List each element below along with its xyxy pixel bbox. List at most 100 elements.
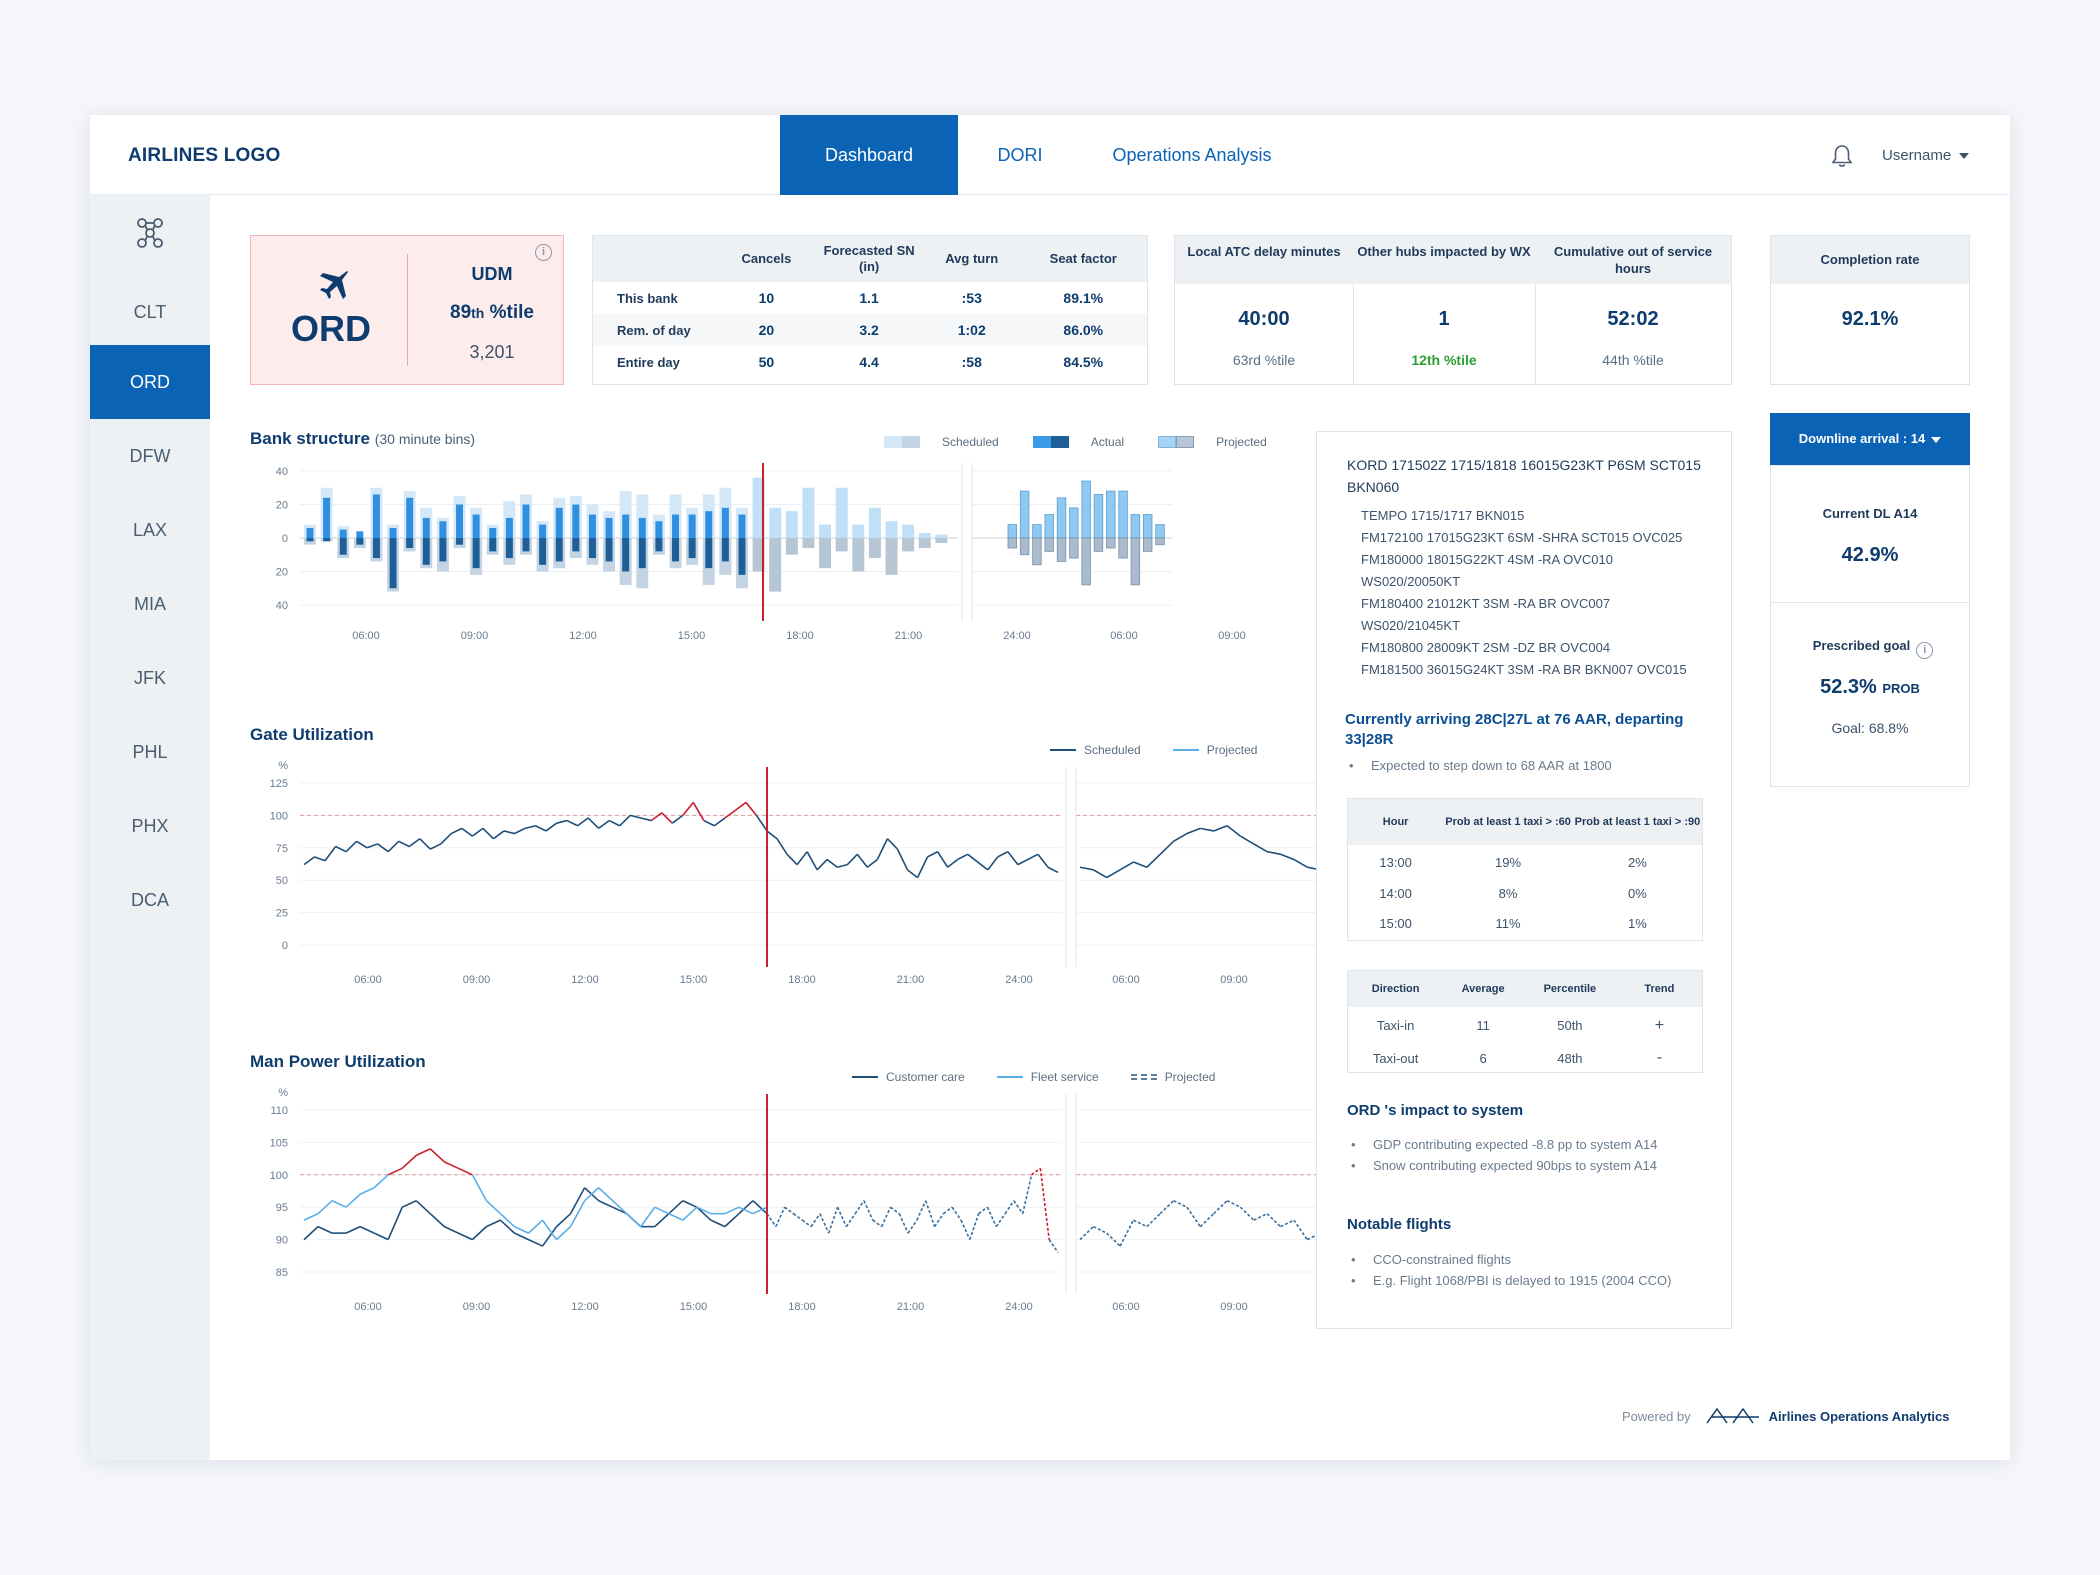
table-row: Rem. of day 20 3.2 1:02 86.0% bbox=[593, 314, 1147, 346]
series-customer-care-line bbox=[514, 1232, 529, 1241]
series-projected-line bbox=[876, 838, 889, 860]
series-scheduled-line bbox=[619, 814, 631, 827]
downline-arrival-dropdown[interactable]: Downline arrival : 14 bbox=[1770, 413, 1970, 465]
tab-dashboard[interactable]: Dashboard bbox=[780, 115, 958, 195]
bar-arrival-projected bbox=[1069, 537, 1079, 559]
table-cell: 10 bbox=[758, 290, 775, 306]
bar-arrival-actual bbox=[306, 538, 314, 542]
series-projected-line bbox=[801, 1219, 812, 1228]
network-icon[interactable] bbox=[132, 215, 168, 251]
airport-summary-card: ORD UDM 89th %tile 3,201 i bbox=[250, 235, 564, 385]
series-fleet-service-line bbox=[331, 1199, 347, 1208]
x-tick-label: 09:00 bbox=[463, 974, 491, 986]
username-label: Username bbox=[1882, 147, 1952, 164]
series-projected-line bbox=[766, 1213, 777, 1228]
column-header-prob-90: Prob at least 1 taxi > :90 bbox=[1572, 798, 1703, 845]
series-fleet-service-line bbox=[359, 1187, 375, 1195]
x-tick-label: 09:00 bbox=[463, 1301, 491, 1313]
x-tick-label: 18:00 bbox=[788, 974, 816, 986]
bar-arrival-actual bbox=[522, 538, 530, 552]
table-cell: 3.2 bbox=[814, 314, 924, 346]
y-tick-label: 75 bbox=[276, 843, 288, 855]
series-next-day-line bbox=[1239, 1206, 1255, 1221]
bar-arrival-scheduled bbox=[835, 538, 848, 552]
series-next-day-line bbox=[1226, 825, 1241, 837]
chevron-down-icon bbox=[1931, 436, 1942, 443]
legend-swatch bbox=[1172, 749, 1199, 751]
y-tick-label: 105 bbox=[270, 1137, 288, 1149]
footer: Powered by Airlines Operations Analytics bbox=[1622, 1405, 1950, 1427]
sidebar-item-mia[interactable]: MIA bbox=[90, 567, 210, 641]
bar-arrival-scheduled bbox=[852, 538, 865, 572]
bar-arrival-scheduled bbox=[885, 538, 898, 575]
series-customer-care-line bbox=[387, 1206, 403, 1240]
series-next-day-line bbox=[1186, 827, 1201, 835]
series-scheduled-line bbox=[608, 819, 621, 827]
table-row: 13:00 19% 2% bbox=[1348, 845, 1703, 881]
bar-departure-actual bbox=[306, 527, 314, 538]
series-next-day-line bbox=[1213, 825, 1228, 832]
tab-operations-analysis[interactable]: Operations Analysis bbox=[1082, 115, 1302, 195]
series-customer-care-line bbox=[499, 1219, 515, 1234]
x-tick-label: 24:00 bbox=[1005, 974, 1033, 986]
bank-stats-table-card: Cancels Forecasted SN (in) Avg turn Seat… bbox=[592, 235, 1148, 385]
series-fleet-service-line bbox=[415, 1148, 431, 1157]
bar-arrival-scheduled bbox=[868, 538, 881, 559]
bar-departure-actual bbox=[688, 514, 696, 538]
sidebar-item-dca[interactable]: DCA bbox=[90, 863, 210, 937]
bar-arrival-projected bbox=[1044, 537, 1054, 552]
tab-dori[interactable]: DORI bbox=[958, 115, 1082, 195]
bar-departure-actual bbox=[721, 507, 729, 538]
analytics-brand[interactable]: Airlines Operations Analytics bbox=[1769, 1409, 1950, 1424]
airline-logo[interactable]: AIRLINES LOGO bbox=[128, 145, 281, 167]
series-projected-line bbox=[846, 853, 858, 866]
table-cell: 11 bbox=[1476, 1018, 1490, 1033]
y-tick-label: 0 bbox=[282, 533, 288, 545]
bar-arrival-actual bbox=[572, 538, 580, 552]
udm-value: 3,201 bbox=[469, 342, 515, 362]
series-projected-line bbox=[819, 1213, 830, 1234]
column-header-trend: Trend bbox=[1616, 970, 1703, 1007]
bar-departure-projected bbox=[1056, 497, 1067, 539]
bar-departure-actual bbox=[489, 527, 497, 538]
series-scheduled-line bbox=[345, 840, 358, 853]
sidebar-item-phl[interactable]: PHL bbox=[90, 715, 210, 789]
series-next-day-line bbox=[1266, 1213, 1282, 1228]
series-scheduled-line bbox=[734, 801, 747, 811]
user-menu[interactable]: Username bbox=[1882, 147, 1970, 164]
series-projected-line bbox=[776, 838, 788, 855]
series-fleet-service-line bbox=[654, 1206, 670, 1215]
series-fleet-service-line bbox=[668, 1212, 684, 1221]
series-projected-line bbox=[806, 851, 818, 871]
series-projected-line bbox=[1037, 853, 1049, 868]
sidebar-item-clt[interactable]: CLT bbox=[90, 275, 210, 349]
series-next-day-line bbox=[1093, 1225, 1108, 1234]
bar-arrival-scheduled bbox=[819, 538, 832, 569]
delay-metrics-card: Local ATC delay minutes Other hubs impac… bbox=[1174, 235, 1732, 386]
y-tick-label: 25 bbox=[276, 908, 288, 920]
sidebar-item-jfk[interactable]: JFK bbox=[90, 641, 210, 715]
metric-percentile-atc: 63rd %tile bbox=[1232, 352, 1296, 368]
bar-departure-projected bbox=[1081, 480, 1091, 539]
legend-label: Projected bbox=[1216, 435, 1267, 449]
info-icon[interactable]: i bbox=[535, 244, 552, 261]
series-scheduled-line bbox=[577, 817, 589, 827]
series-next-day-line bbox=[1226, 1200, 1241, 1208]
series-customer-care-line bbox=[359, 1225, 375, 1234]
series-projected-line bbox=[810, 1213, 821, 1228]
sidebar-item-ord[interactable]: ORD bbox=[90, 345, 210, 419]
info-icon[interactable]: i bbox=[1916, 642, 1934, 659]
series-projected-line bbox=[936, 851, 949, 868]
sidebar-item-lax[interactable]: LAX bbox=[90, 493, 210, 567]
series-projected-line bbox=[987, 856, 999, 871]
table-cell: :53 bbox=[961, 290, 982, 306]
sidebar-item-phx[interactable]: PHX bbox=[90, 789, 210, 863]
goal-value: 52.3% bbox=[1820, 676, 1877, 698]
column-header-prob-60: Prob at least 1 taxi > :60 bbox=[1443, 798, 1573, 845]
series-next-day-line bbox=[1133, 1219, 1148, 1228]
udm-percentile: 89th %tile bbox=[417, 302, 567, 324]
sidebar-item-dfw[interactable]: DFW bbox=[90, 419, 210, 493]
series-customer-care-line bbox=[429, 1213, 445, 1228]
bell-icon[interactable] bbox=[1830, 143, 1854, 169]
bar-arrival-actual bbox=[389, 538, 397, 589]
